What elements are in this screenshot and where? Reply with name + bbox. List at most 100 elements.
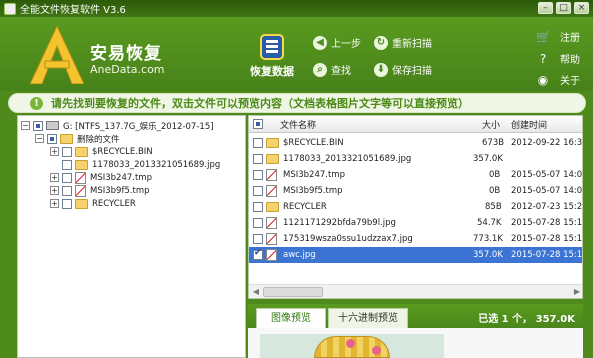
about-button[interactable]: ◉ 关于 <box>536 72 580 88</box>
table-row[interactable]: MSI3b9f5.tmp 0B 2015-05-07 14:04 <box>249 183 582 199</box>
expand-icon[interactable]: + <box>50 147 59 156</box>
collapse-icon[interactable]: − <box>21 121 30 130</box>
table-row[interactable]: 1178033_2013321051689.jpg 357.0K <box>249 151 582 167</box>
close-icon[interactable]: × <box>574 2 589 14</box>
col-size-header[interactable]: 大小 <box>482 118 500 131</box>
tree-item[interactable]: + MSI3b247.tmp <box>50 171 152 184</box>
preview-photo-flower <box>346 339 355 348</box>
preview-photo-flower <box>372 346 381 355</box>
tree-item-label: $RECYCLE.BIN <box>92 146 153 157</box>
info-icon: ◉ <box>537 72 549 87</box>
deleted-file-icon <box>75 171 86 184</box>
row-name: MSI3b247.tmp <box>283 170 345 180</box>
row-name: 175319wsza0ssu1udzzax7.jpg <box>283 234 413 244</box>
prev-step-button[interactable]: ◀ 上一步 <box>313 35 361 50</box>
recover-data-button[interactable]: 恢复数据 <box>246 34 298 82</box>
horizontal-scrollbar[interactable]: ◀ ▶ <box>249 284 582 298</box>
list-header: 文件名称 大小 创建时间 <box>249 116 582 133</box>
tree-deleted-files[interactable]: − 删除的文件 <box>35 132 120 145</box>
row-size: 54.7K <box>477 218 502 228</box>
row-date: 2012-09-22 16:38 <box>511 138 583 148</box>
find-button[interactable]: ⌕ 查找 <box>313 62 351 77</box>
table-row[interactable]: 1121171292bfda79b9l.jpg 54.7K 2015-07-28… <box>249 215 583 231</box>
row-size: 357.0K <box>473 250 503 260</box>
row-checkbox[interactable] <box>253 186 263 196</box>
row-size: 0B <box>489 186 501 196</box>
table-row[interactable]: RECYCLER 85B 2012-07-23 15:24 <box>249 199 582 215</box>
row-size: 85B <box>485 202 502 212</box>
image-preview <box>248 328 583 358</box>
expand-icon[interactable]: + <box>50 199 59 208</box>
minimize-icon[interactable]: – <box>538 2 553 14</box>
row-checkbox[interactable] <box>253 138 263 148</box>
tree-item[interactable]: + MSI3b9f5.tmp <box>50 184 150 197</box>
tree-item[interactable]: + $RECYCLE.BIN <box>50 145 153 158</box>
col-name-header[interactable]: 文件名称 <box>280 118 316 131</box>
row-checkbox[interactable] <box>253 154 263 164</box>
row-date: 2015-07-28 15:13 <box>511 234 583 244</box>
deleted-file-icon <box>266 185 277 197</box>
drive-icon <box>46 121 59 130</box>
table-row[interactable]: MSI3b247.tmp 0B 2015-05-07 14:04 <box>249 167 583 183</box>
row-checkbox[interactable] <box>253 170 263 180</box>
folder-icon <box>266 138 279 148</box>
prev-step-label: 上一步 <box>331 39 361 50</box>
row-checkbox[interactable] <box>253 248 263 260</box>
row-size: 773.1K <box>473 234 503 244</box>
select-all-checkbox[interactable] <box>253 119 263 129</box>
folder-icon <box>266 202 279 212</box>
help-label: 帮助 <box>560 55 580 66</box>
row-name: awc.jpg <box>283 250 316 260</box>
tab-hex-preview[interactable]: 十六进制预览 <box>328 308 408 328</box>
tree-root[interactable]: − G: [NTFS_137.7G_娱乐_2012-07-15] <box>21 119 214 132</box>
row-date: 2015-07-28 15:13 <box>511 218 583 228</box>
help-button[interactable]: ? 帮助 <box>536 51 580 67</box>
deleted-file-icon <box>266 249 277 261</box>
scroll-right-icon[interactable]: ▶ <box>572 287 582 297</box>
refresh-icon: ↻ <box>374 35 388 50</box>
maximize-icon[interactable]: □ <box>556 2 571 14</box>
row-checkbox[interactable] <box>253 218 263 228</box>
col-created-header[interactable]: 创建时间 <box>511 118 547 131</box>
deleted-file-icon <box>75 184 86 197</box>
row-name: $RECYCLE.BIN <box>283 138 344 148</box>
scroll-left-icon[interactable]: ◀ <box>251 287 261 297</box>
rescan-button[interactable]: ↻ 重新扫描 <box>374 35 432 50</box>
expand-icon[interactable]: + <box>50 186 59 195</box>
hint-bar: ! 请先找到要恢复的文件，双击文件可以预览内容（文档表格图片文字等可以直接预览） <box>8 93 586 113</box>
table-row[interactable]: 175319wsza0ssu1udzzax7.jpg 773.1K 2015-0… <box>249 231 583 247</box>
item-checkbox[interactable] <box>62 185 72 196</box>
table-row[interactable]: $RECYCLE.BIN 673B 2012-09-22 16:38 <box>249 135 583 151</box>
tree-item[interactable]: 1178033_2013321051689.jpg <box>62 158 220 171</box>
cart-icon: 🛒 <box>536 29 551 44</box>
tree-item[interactable]: + RECYCLER <box>50 197 136 210</box>
tab-image-preview[interactable]: 图像预览 <box>256 308 326 328</box>
row-date: 2015-05-07 14:04 <box>511 170 583 180</box>
row-name: 1178033_2013321051689.jpg <box>283 154 412 164</box>
exclamation-icon: ! <box>30 96 43 110</box>
item-checkbox[interactable] <box>62 159 72 170</box>
find-label: 查找 <box>331 66 351 77</box>
app-icon <box>4 2 16 15</box>
header: 安易恢复 AneData.com 恢复数据 ◀ 上一步 ↻ 重新扫描 ⌕ 查找 … <box>0 17 593 91</box>
back-arrow-icon: ◀ <box>313 35 327 50</box>
root-checkbox[interactable] <box>33 120 43 131</box>
about-label: 关于 <box>560 76 580 87</box>
preview-tabbar: 图像预览 十六进制预览 已选 1 个， 357.0K <box>248 304 583 328</box>
recover-data-label: 恢复数据 <box>250 65 294 78</box>
item-checkbox[interactable] <box>62 146 72 157</box>
deleted-checkbox[interactable] <box>47 133 57 144</box>
item-checkbox[interactable] <box>62 198 72 209</box>
item-checkbox[interactable] <box>62 172 72 183</box>
row-checkbox[interactable] <box>253 234 263 244</box>
scroll-thumb[interactable] <box>263 287 323 297</box>
expand-icon[interactable]: + <box>50 173 59 182</box>
deleted-file-icon <box>266 169 277 181</box>
row-size: 673B <box>482 138 505 148</box>
save-scan-button[interactable]: ⬇ 保存扫描 <box>374 62 432 77</box>
row-date: 2015-07-28 15:13 <box>511 250 583 260</box>
register-button[interactable]: 🛒 注册 <box>536 29 580 45</box>
row-checkbox[interactable] <box>253 202 263 212</box>
table-row-selected[interactable]: awc.jpg 357.0K 2015-07-28 15:13 <box>249 247 583 263</box>
collapse-icon[interactable]: − <box>35 134 44 143</box>
